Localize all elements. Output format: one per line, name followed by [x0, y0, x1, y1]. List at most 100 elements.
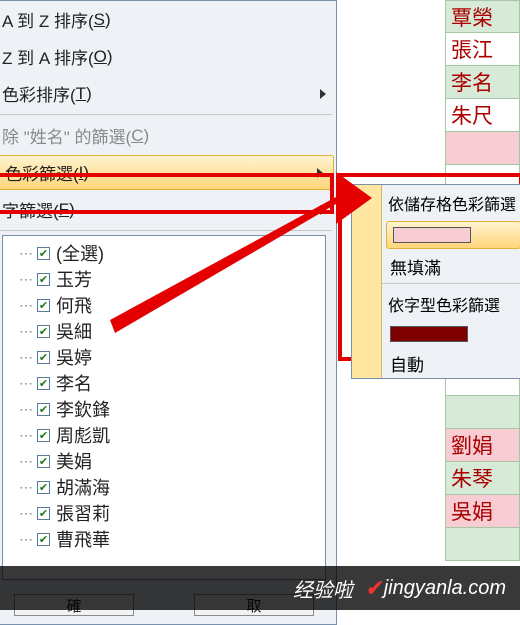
- tree-dots-icon: ⋯: [19, 479, 33, 496]
- font-color-darkred[interactable]: [382, 320, 520, 348]
- checkmark-icon: ✔: [364, 575, 383, 602]
- checkbox-icon[interactable]: [37, 507, 50, 520]
- sheet-cell[interactable]: [445, 528, 520, 561]
- tree-dots-icon: ⋯: [19, 245, 33, 262]
- tree-dots-icon: ⋯: [19, 401, 33, 418]
- menu-label-end: ): [107, 47, 113, 67]
- tree-dots-icon: ⋯: [19, 297, 33, 314]
- color-filter-submenu: 依儲存格色彩篩選 無填滿 依字型色彩篩選 自動: [351, 184, 520, 379]
- color-swatch-icon: [390, 326, 468, 342]
- menu-label-end: ): [69, 200, 75, 220]
- cell-color-pink[interactable]: [386, 221, 520, 249]
- sheet-cell[interactable]: 朱琴: [445, 462, 520, 495]
- tree-dots-icon: ⋯: [19, 323, 33, 340]
- chevron-right-icon: [320, 205, 326, 215]
- by-cell-color-header: 依儲存格色彩篩選: [382, 185, 520, 219]
- tree-dots-icon: ⋯: [19, 505, 33, 522]
- sheet-cell[interactable]: [445, 132, 520, 165]
- list-item-label: 李欽鋒: [56, 396, 110, 422]
- tree-dots-icon: ⋯: [19, 453, 33, 470]
- filter-menu: A 到 Z 排序(S) Z 到 A 排序(O) 色彩排序(T) 除 "姓名" 的…: [0, 0, 337, 625]
- menu-label: 除 "姓名" 的篩選(: [2, 123, 131, 148]
- checkbox-icon[interactable]: [37, 481, 50, 494]
- sheet-cell[interactable]: 吳娟: [445, 495, 520, 528]
- separator: [0, 230, 332, 231]
- separator: [0, 114, 332, 115]
- filter-by-color[interactable]: 色彩篩選(I): [0, 155, 334, 190]
- chevron-right-icon: [317, 168, 323, 178]
- sort-by-color[interactable]: 色彩排序(T): [0, 75, 336, 112]
- sheet-cell[interactable]: 李名: [445, 66, 520, 99]
- sheet-cell[interactable]: 劉娟: [445, 429, 520, 462]
- list-item[interactable]: ⋯ 周彪凱: [3, 422, 325, 448]
- sort-z-to-a[interactable]: Z 到 A 排序(O): [0, 38, 336, 75]
- list-item-label: 胡滿海: [56, 474, 110, 500]
- checkbox-icon[interactable]: [37, 351, 50, 364]
- checkbox-icon[interactable]: [37, 247, 50, 260]
- list-item-label: 美娟: [56, 448, 92, 474]
- list-item[interactable]: ⋯ (全選): [3, 240, 325, 266]
- list-item[interactable]: ⋯ 何飛: [3, 292, 325, 318]
- list-item[interactable]: ⋯ 美娟: [3, 448, 325, 474]
- list-item-label: 張習莉: [56, 500, 110, 526]
- sheet-cell[interactable]: 覃榮: [445, 0, 520, 33]
- checkbox-icon[interactable]: [37, 377, 50, 390]
- filter-value-list[interactable]: ⋯(全選)⋯玉芳⋯何飛⋯吳細⋯吳婷⋯李名⋯李欽鋒⋯周彪凱⋯美娟⋯胡滿海⋯張習莉⋯…: [2, 235, 326, 580]
- checkbox-icon[interactable]: [37, 403, 50, 416]
- list-item[interactable]: ⋯ 吳細: [3, 318, 325, 344]
- hotkey: T: [76, 84, 86, 104]
- list-item-label: 何飛: [56, 292, 92, 318]
- list-item-label: 吳婷: [56, 344, 92, 370]
- menu-label: A 到 Z 排序(: [2, 7, 94, 32]
- checkbox-icon[interactable]: [37, 533, 50, 546]
- list-item-label: 吳細: [56, 318, 92, 344]
- sort-a-to-z[interactable]: A 到 Z 排序(S): [0, 1, 336, 38]
- list-item[interactable]: ⋯ 張習莉: [3, 500, 325, 526]
- hotkey: F: [59, 200, 69, 220]
- list-item-label: 周彪凱: [56, 422, 110, 448]
- list-item[interactable]: ⋯ 李名: [3, 370, 325, 396]
- hotkey: C: [131, 126, 143, 146]
- tree-dots-icon: ⋯: [19, 375, 33, 392]
- list-item[interactable]: ⋯ 玉芳: [3, 266, 325, 292]
- sheet-cell[interactable]: [445, 396, 520, 429]
- checkbox-icon[interactable]: [37, 273, 50, 286]
- list-item-label: 玉芳: [56, 266, 92, 292]
- checkbox-icon[interactable]: [37, 325, 50, 338]
- list-item[interactable]: ⋯ 曹飛華: [3, 526, 325, 552]
- auto-color[interactable]: 自動: [382, 348, 520, 378]
- chevron-right-icon: [320, 89, 326, 99]
- by-font-color-header: 依字型色彩篩選: [382, 286, 520, 320]
- list-item[interactable]: ⋯ 李欽鋒: [3, 396, 325, 422]
- text-filter[interactable]: 字篩選(F): [0, 191, 336, 228]
- hotkey: S: [94, 10, 105, 30]
- menu-label-end: ): [105, 10, 111, 30]
- no-fill[interactable]: 無填滿: [382, 251, 520, 281]
- checkbox-icon[interactable]: [37, 455, 50, 468]
- menu-label: Z 到 A 排序(: [2, 44, 94, 69]
- tree-dots-icon: ⋯: [19, 271, 33, 288]
- separator: [382, 283, 520, 284]
- tree-dots-icon: ⋯: [19, 349, 33, 366]
- watermark-brand: 经验啦: [293, 574, 353, 603]
- watermark: 经验啦 ✔ jingyanla.com: [0, 566, 520, 610]
- list-item-label: (全選): [56, 240, 104, 266]
- sheet-cell[interactable]: 張江: [445, 33, 520, 66]
- list-item[interactable]: ⋯ 吳婷: [3, 344, 325, 370]
- tree-dots-icon: ⋯: [19, 427, 33, 444]
- menu-label-end: ): [86, 84, 92, 104]
- watermark-site: jingyanla.com: [384, 577, 506, 600]
- sheet-cell[interactable]: 朱尺: [445, 99, 520, 132]
- menu-label: 色彩篩選(: [5, 160, 79, 185]
- menu-label: 色彩排序(: [2, 81, 76, 106]
- list-item-label: 曹飛華: [56, 526, 110, 552]
- hotkey: O: [94, 47, 107, 67]
- menu-label: 字篩選(: [2, 197, 59, 222]
- tree-dots-icon: ⋯: [19, 531, 33, 548]
- color-swatch-icon: [393, 227, 471, 243]
- checkbox-icon[interactable]: [37, 299, 50, 312]
- list-item-label: 李名: [56, 370, 92, 396]
- list-item[interactable]: ⋯ 胡滿海: [3, 474, 325, 500]
- submenu-icon-strip: [352, 185, 382, 378]
- checkbox-icon[interactable]: [37, 429, 50, 442]
